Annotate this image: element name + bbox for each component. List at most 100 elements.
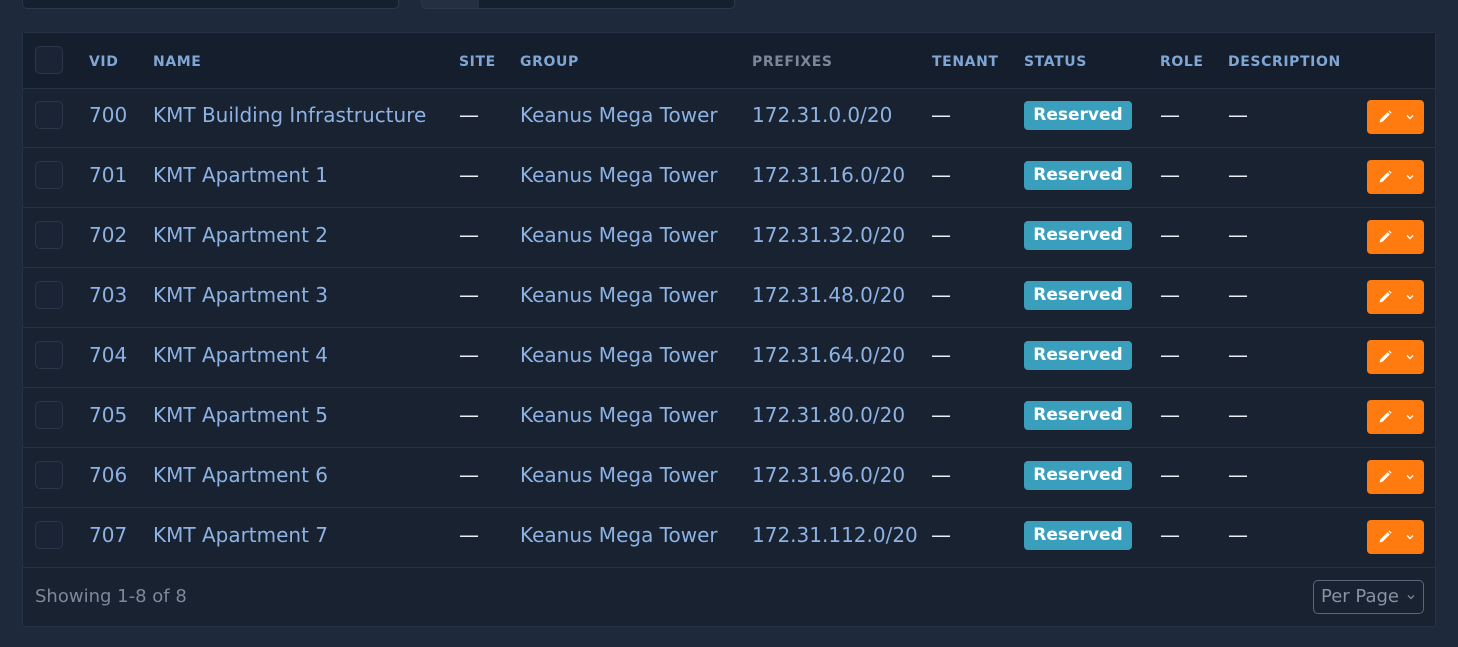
- pencil-icon: [1379, 470, 1392, 483]
- description-value: —: [1228, 223, 1248, 247]
- vid-link[interactable]: 703: [89, 268, 127, 322]
- description-value: —: [1228, 343, 1248, 367]
- vid-link[interactable]: 702: [89, 208, 127, 262]
- quick-search-input[interactable]: [22, 0, 399, 9]
- select-all-checkbox[interactable]: [35, 46, 63, 74]
- description-value: —: [1228, 103, 1248, 127]
- column-header-tenant[interactable]: TENANT: [932, 33, 999, 91]
- edit-button[interactable]: [1367, 340, 1424, 374]
- table-row: 706 KMT Apartment 6 — Keanus Mega Tower 172.…: [23, 448, 1435, 508]
- tenant-value: —: [931, 163, 951, 187]
- tenant-value: —: [931, 523, 951, 547]
- group-link[interactable]: Keanus Mega Tower: [520, 148, 718, 202]
- row-select-checkbox[interactable]: [35, 341, 63, 369]
- column-header-site[interactable]: SITE: [459, 33, 496, 91]
- role-value: —: [1160, 403, 1180, 427]
- column-header-description[interactable]: DESCRIPTION: [1228, 33, 1341, 91]
- filter-bar: [0, 0, 1458, 10]
- pencil-icon: [1379, 170, 1392, 183]
- edit-button[interactable]: [1367, 160, 1424, 194]
- description-value: —: [1228, 463, 1248, 487]
- column-header-group[interactable]: GROUP: [520, 33, 579, 91]
- chevron-down-icon[interactable]: [1404, 231, 1416, 243]
- pencil-icon: [1379, 230, 1392, 243]
- per-page-dropdown[interactable]: Per Page: [1313, 580, 1424, 614]
- tenant-value: —: [931, 283, 951, 307]
- group-link[interactable]: Keanus Mega Tower: [520, 448, 718, 502]
- chevron-down-icon[interactable]: [1404, 411, 1416, 423]
- site-value: —: [459, 523, 479, 547]
- chevron-down-icon[interactable]: [1404, 471, 1416, 483]
- role-value: —: [1160, 163, 1180, 187]
- row-select-checkbox[interactable]: [35, 521, 63, 549]
- prefix-link[interactable]: 172.31.64.0/20: [752, 328, 905, 382]
- name-link[interactable]: KMT Apartment 6: [153, 448, 328, 502]
- prefix-link[interactable]: 172.31.48.0/20: [752, 268, 905, 322]
- name-link[interactable]: KMT Apartment 3: [153, 268, 328, 322]
- column-header-status[interactable]: STATUS: [1024, 33, 1087, 91]
- row-select-checkbox[interactable]: [35, 221, 63, 249]
- vid-link[interactable]: 701: [89, 148, 127, 202]
- prefix-link[interactable]: 172.31.96.0/20: [752, 448, 905, 502]
- column-header-vid[interactable]: VID: [89, 33, 118, 91]
- vlan-table-card: VID NAME SITE GROUP PREFIXES TENANT STAT…: [22, 32, 1436, 627]
- status-badge: Reserved: [1024, 101, 1132, 130]
- prefix-link[interactable]: 172.31.112.0/20: [752, 508, 918, 562]
- chevron-down-icon[interactable]: [1404, 111, 1416, 123]
- vid-link[interactable]: 700: [89, 88, 127, 142]
- filter-select[interactable]: [421, 0, 735, 9]
- row-select-checkbox[interactable]: [35, 461, 63, 489]
- role-value: —: [1160, 523, 1180, 547]
- prefix-link[interactable]: 172.31.80.0/20: [752, 388, 905, 442]
- role-value: —: [1160, 343, 1180, 367]
- chevron-down-icon[interactable]: [1404, 291, 1416, 303]
- column-header-role[interactable]: ROLE: [1160, 33, 1204, 91]
- role-value: —: [1160, 283, 1180, 307]
- role-value: —: [1160, 223, 1180, 247]
- group-link[interactable]: Keanus Mega Tower: [520, 508, 718, 562]
- status-badge: Reserved: [1024, 221, 1132, 250]
- group-link[interactable]: Keanus Mega Tower: [520, 328, 718, 382]
- name-link[interactable]: KMT Apartment 1: [153, 148, 328, 202]
- group-link[interactable]: Keanus Mega Tower: [520, 208, 718, 262]
- edit-button[interactable]: [1367, 100, 1424, 134]
- name-link[interactable]: KMT Apartment 4: [153, 328, 328, 382]
- row-select-checkbox[interactable]: [35, 101, 63, 129]
- edit-button[interactable]: [1367, 220, 1424, 254]
- chevron-down-icon[interactable]: [1404, 531, 1416, 543]
- prefix-link[interactable]: 172.31.32.0/20: [752, 208, 905, 262]
- column-header-name[interactable]: NAME: [153, 33, 201, 91]
- group-link[interactable]: Keanus Mega Tower: [520, 388, 718, 442]
- vid-link[interactable]: 705: [89, 388, 127, 442]
- site-value: —: [459, 403, 479, 427]
- edit-button[interactable]: [1367, 280, 1424, 314]
- prefix-link[interactable]: 172.31.0.0/20: [752, 88, 892, 142]
- edit-button[interactable]: [1367, 520, 1424, 554]
- vid-link[interactable]: 707: [89, 508, 127, 562]
- prefix-link[interactable]: 172.31.16.0/20: [752, 148, 905, 202]
- name-link[interactable]: KMT Building Infrastructure: [153, 88, 426, 142]
- table-row: 707 KMT Apartment 7 — Keanus Mega Tower 172.…: [23, 508, 1435, 568]
- row-select-checkbox[interactable]: [35, 281, 63, 309]
- row-select-checkbox[interactable]: [35, 401, 63, 429]
- description-value: —: [1228, 403, 1248, 427]
- chevron-down-icon[interactable]: [1404, 351, 1416, 363]
- chevron-down-icon[interactable]: [1404, 171, 1416, 183]
- name-link[interactable]: KMT Apartment 2: [153, 208, 328, 262]
- tenant-value: —: [931, 463, 951, 487]
- name-link[interactable]: KMT Apartment 5: [153, 388, 328, 442]
- description-value: —: [1228, 283, 1248, 307]
- vid-link[interactable]: 704: [89, 328, 127, 382]
- description-value: —: [1228, 163, 1248, 187]
- role-value: —: [1160, 103, 1180, 127]
- group-link[interactable]: Keanus Mega Tower: [520, 88, 718, 142]
- edit-button[interactable]: [1367, 400, 1424, 434]
- row-select-checkbox[interactable]: [35, 161, 63, 189]
- edit-button[interactable]: [1367, 460, 1424, 494]
- group-link[interactable]: Keanus Mega Tower: [520, 268, 718, 322]
- pencil-icon: [1379, 110, 1392, 123]
- description-value: —: [1228, 523, 1248, 547]
- name-link[interactable]: KMT Apartment 7: [153, 508, 328, 562]
- tenant-value: —: [931, 343, 951, 367]
- vid-link[interactable]: 706: [89, 448, 127, 502]
